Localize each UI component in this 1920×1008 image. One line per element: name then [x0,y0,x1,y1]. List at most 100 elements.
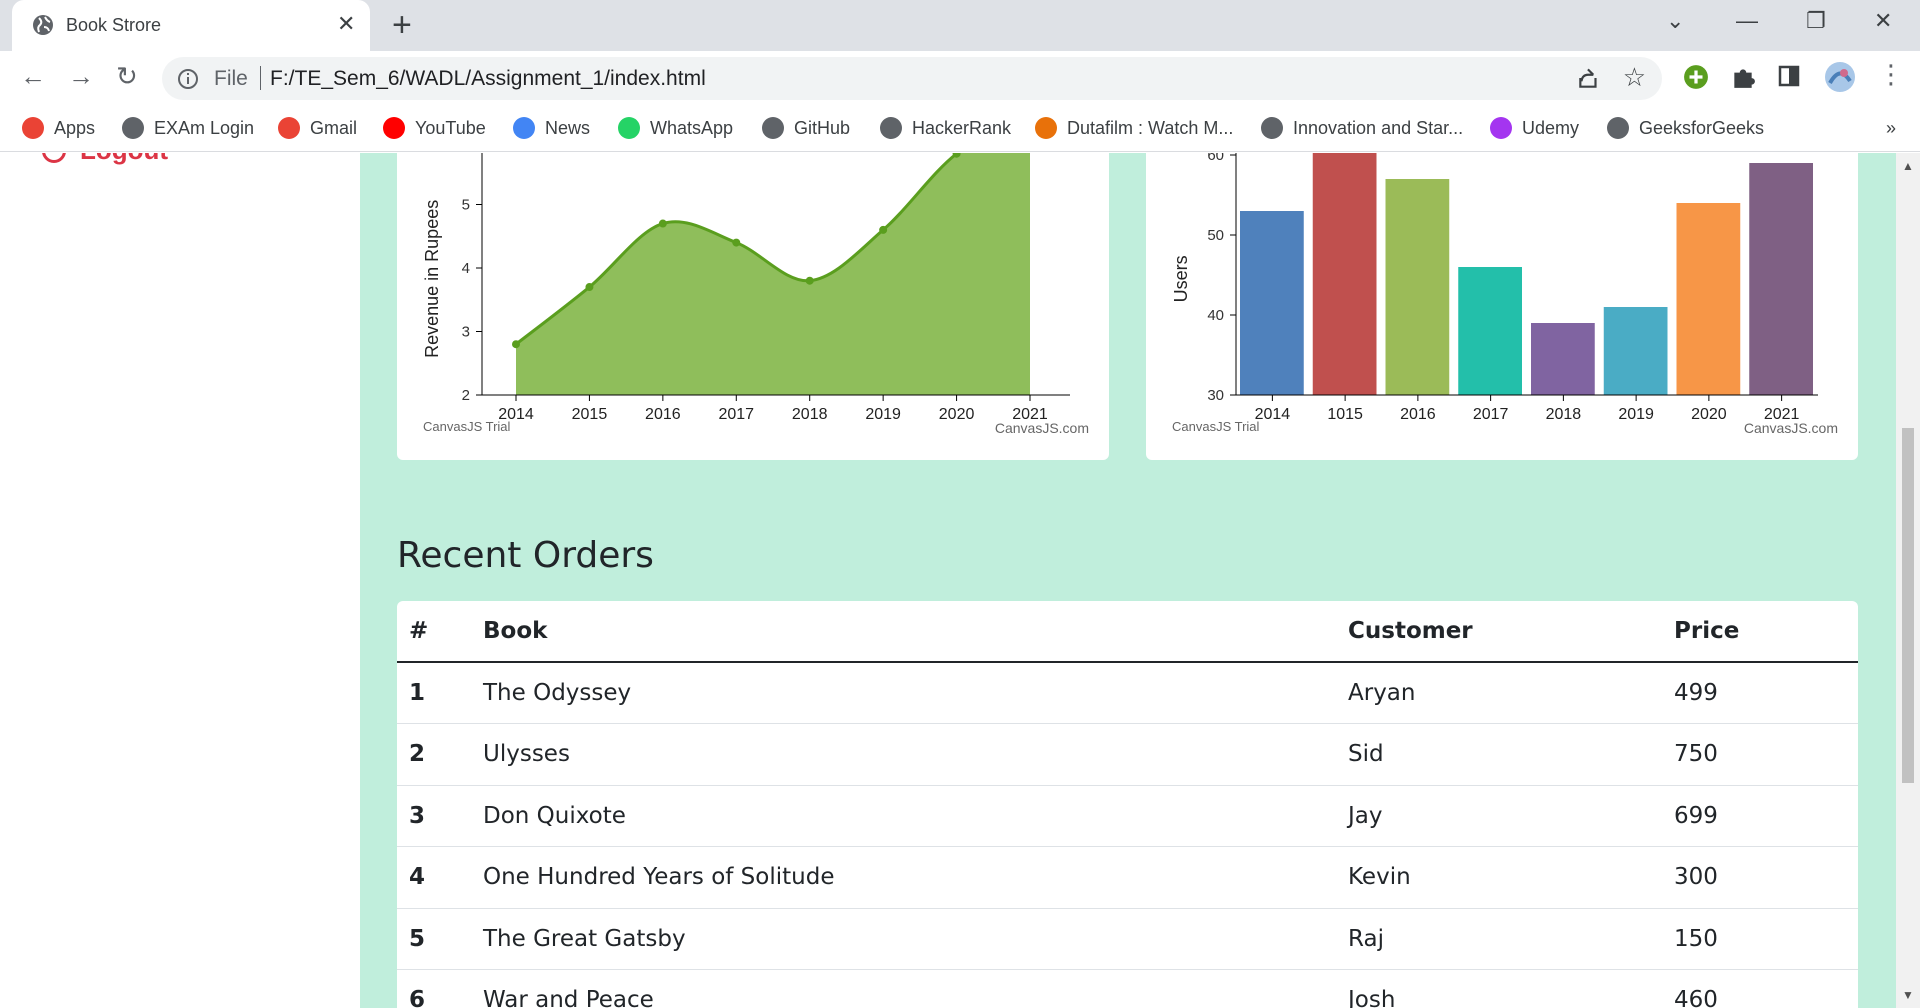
x-tick-label: 2014 [1255,406,1291,423]
back-arrow-icon[interactable]: ← [20,61,46,92]
reload-icon[interactable]: ↻ [116,61,138,92]
table-header-row: # Book Customer Price [397,601,1858,663]
y-tick-label: 60 [1207,153,1224,164]
cell-index: 6 [397,969,483,1008]
url-separator [260,66,261,90]
close-window-icon[interactable]: ✕ [1874,8,1892,34]
bookmark-label: Gmail [310,117,358,138]
cell-book: Don Quixote [483,785,1348,847]
restore-icon[interactable]: ❐ [1806,8,1826,34]
browser-toolbar: ← → ↻ File F:/TE_Sem_6/WADL/Assignment_1… [0,51,1920,106]
x-tick-label: 2018 [792,406,828,423]
users-bar [1749,163,1813,395]
users-bar [1676,203,1741,395]
bookmark-item[interactable]: GitHub [762,115,850,141]
info-icon[interactable] [176,67,200,91]
y-tick-label: 3 [462,324,470,341]
bookmark-label: WhatsApp [650,117,734,138]
cell-price: 750 [1674,723,1858,786]
bookmark-item[interactable]: WhatsApp [618,115,733,141]
revenue-chart-card: 2 3 4 5 Revenue in Rupees CanvasJS Trial Canva… [397,153,1109,460]
x-tick-label: 2020 [1691,406,1727,423]
bookmark-label: GitHub [794,117,851,138]
scroll-down-arrow-icon[interactable]: ▼ [1902,988,1914,1002]
bookmark-item[interactable]: EXAm Login [122,115,254,141]
y-tick-label: 50 [1207,227,1224,244]
table-row: 3 Don Quixote Jay 699 [397,785,1858,847]
cell-price: 300 [1674,846,1858,909]
bookmark-item[interactable]: Gmail [278,115,357,141]
bookmark-item[interactable]: YouTube [383,115,486,141]
users-chart-card: 30 40 50 60 Users CanvasJS Trial CanvasJS.com 2… [1146,153,1858,460]
globe-icon [33,15,53,35]
cell-price: 499 [1674,662,1858,724]
data-point [732,238,741,247]
header-index: # [397,601,483,663]
logout-link[interactable]: Logout [42,153,168,166]
forward-arrow-icon[interactable]: → [68,61,94,92]
globe-icon [762,117,784,139]
bookmark-item[interactable]: News [513,115,590,141]
udemy-icon [1490,117,1512,139]
minimize-icon[interactable]: — [1736,8,1758,34]
cell-customer: Raj [1348,908,1674,970]
bookmark-item[interactable]: Apps [22,115,95,141]
scrollbar-thumb[interactable] [1902,428,1914,783]
whatsapp-icon [618,117,640,139]
bookmarks-overflow-chevron-icon[interactable]: » [1886,118,1896,139]
menu-kebab-icon[interactable]: ⋮ [1878,59,1904,90]
cell-price: 150 [1674,908,1858,970]
x-tick-label: 2020 [939,406,975,423]
y-tick-label: 30 [1207,387,1224,404]
table-row: 5 The Great Gatsby Raj 150 [397,908,1858,970]
share-icon[interactable] [1576,65,1602,91]
bookmark-label: Apps [54,117,96,138]
tab-search-chevron-icon[interactable]: ⌄ [1666,8,1684,34]
extensions-puzzle-icon[interactable] [1730,64,1756,90]
data-point [658,219,667,228]
youtube-icon [383,117,405,139]
cell-customer: Aryan [1348,662,1674,724]
orders-table-card: # Book Customer Price 1 The Odyssey Arya… [397,601,1858,1008]
y-axis-label: Users [1171,255,1191,302]
new-tab-icon[interactable]: + [392,6,412,45]
bookmark-star-icon[interactable]: ☆ [1623,62,1646,93]
close-tab-icon[interactable]: ✕ [337,11,355,37]
globe-icon [880,117,902,139]
browser-tab[interactable]: Book Strore ✕ [12,0,370,51]
bookmarks-bar: Apps EXAm Login Gmail YouTube News WhatsApp Gi… [0,106,1920,152]
address-bar[interactable]: File F:/TE_Sem_6/WADL/Assignment_1/index… [162,57,1662,100]
url-text[interactable]: F:/TE_Sem_6/WADL/Assignment_1/index.html [270,67,706,91]
data-point [585,283,594,292]
cell-customer: Sid [1348,723,1674,786]
profile-avatar[interactable] [1824,61,1856,93]
table-row: 2 Ulysses Sid 750 [397,723,1858,786]
cell-index: 1 [397,662,483,724]
recent-orders-title: Recent Orders [397,535,654,576]
bookmark-label: Udemy [1522,117,1580,138]
tab-title: Book Strore [66,15,162,35]
bookmark-item[interactable]: Dutafilm : Watch M... [1035,115,1233,141]
users-bar [1240,211,1304,395]
bookmark-item[interactable]: GeeksforGeeks [1607,115,1764,141]
users-bar [1531,323,1595,395]
bookmark-label: YouTube [415,117,486,138]
cell-book: Ulysses [483,723,1348,786]
x-tick-label: 2019 [1618,406,1654,423]
x-tick-label: 2015 [572,406,608,423]
x-tick-label: 2019 [865,406,901,423]
bookmark-item[interactable]: HackerRank [880,115,1011,141]
url-scheme: File [214,67,248,90]
side-panel-icon[interactable] [1777,64,1801,88]
page-scrollbar[interactable]: ▲ ▼ [1896,153,1920,1008]
main-content: 2 3 4 5 Revenue in Rupees CanvasJS Trial Canva… [360,153,1896,1008]
x-tick-label: 2014 [498,406,534,423]
bookmark-item[interactable]: Udemy [1490,115,1579,141]
orders-table: # Book Customer Price 1 The Odyssey Arya… [397,601,1858,1008]
data-point [879,225,888,234]
bookmark-item[interactable]: Innovation and Star... [1261,115,1463,141]
revenue-area-fill [516,153,1030,395]
cell-index: 5 [397,908,483,970]
scroll-up-arrow-icon[interactable]: ▲ [1902,159,1914,173]
extension-plus-icon[interactable] [1683,64,1709,90]
